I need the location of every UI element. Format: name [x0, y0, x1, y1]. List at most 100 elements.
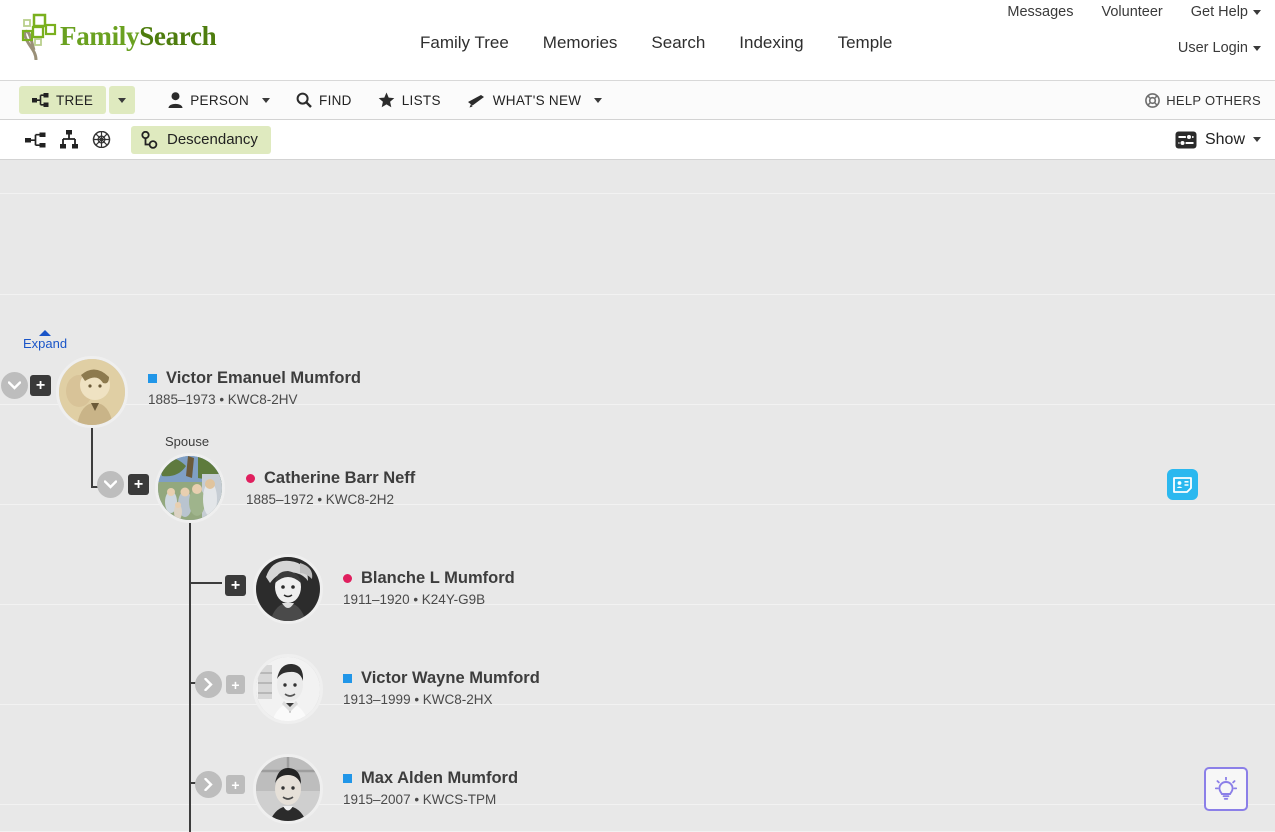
plus-icon: +	[231, 578, 240, 594]
toolbar-tree-label: TREE	[56, 93, 93, 108]
toolbar-person-button[interactable]: PERSON	[155, 87, 283, 114]
star-icon	[378, 92, 395, 108]
person-entry[interactable]: Max Alden Mumford 1915–2007 • KWCS-TPM	[343, 769, 518, 807]
show-options-label: Show	[1205, 131, 1245, 149]
person-name-link[interactable]: Victor Wayne Mumford	[361, 669, 540, 688]
contact-card-badge[interactable]	[1167, 469, 1198, 500]
toolbar-lists-button[interactable]: LISTS	[365, 87, 454, 114]
contact-card-icon	[1173, 477, 1192, 493]
table-row[interactable]	[0, 805, 1275, 832]
fan-chart-view-icon[interactable]	[92, 131, 111, 148]
person-entry[interactable]: Victor Wayne Mumford 1913–1999 • KWC8-2H…	[343, 669, 540, 707]
utility-navigation-top: Messages Volunteer Get Help	[1007, 4, 1261, 20]
nav-user-login[interactable]: User Login	[1178, 40, 1261, 56]
collapse-toggle-catherine-barr-neff[interactable]	[97, 471, 124, 498]
person-name-link[interactable]: Catherine Barr Neff	[264, 469, 415, 488]
nav-user-login-label: User Login	[1178, 40, 1248, 56]
table-row[interactable]	[0, 605, 1275, 705]
person-entry[interactable]: Blanche L Mumford 1911–1920 • K24Y-G9B	[343, 569, 515, 607]
person-lifespan-id: 1915–2007 • KWCS-TPM	[343, 792, 518, 807]
person-name[interactable]: Blanche L Mumford	[343, 569, 515, 588]
tree-icon	[32, 93, 49, 107]
person-name-link[interactable]: Victor Emanuel Mumford	[166, 369, 361, 388]
family-tree-logo-icon	[14, 10, 62, 62]
toolbar-tree-dropdown-button[interactable]	[109, 86, 135, 114]
nav-volunteer-label: Volunteer	[1101, 4, 1162, 20]
research-hint-button[interactable]	[1204, 767, 1248, 811]
search-icon	[296, 92, 312, 108]
toolbar-whats-new-button[interactable]: WHAT'S NEW	[454, 87, 616, 114]
expand-toggle-victor-wayne-mumford[interactable]	[195, 671, 222, 698]
expand-toggle-max-alden-mumford[interactable]	[195, 771, 222, 798]
nav-messages[interactable]: Messages	[1007, 4, 1073, 20]
familysearch-logo[interactable]: FamilySearch	[14, 10, 216, 62]
person-name-link[interactable]: Blanche L Mumford	[361, 569, 515, 588]
add-person-victor-emanuel-mumford[interactable]: +	[30, 375, 51, 396]
chevron-down-icon	[594, 98, 602, 103]
add-person-victor-wayne-mumford[interactable]: +	[226, 675, 245, 694]
portrait-view-icon[interactable]	[60, 130, 78, 149]
lightbulb-icon	[1215, 777, 1237, 801]
person-lifespan-id: 1913–1999 • KWC8-2HX	[343, 692, 540, 707]
table-row[interactable]	[0, 705, 1275, 805]
gender-male-icon	[148, 374, 157, 383]
plus-icon: +	[231, 678, 239, 692]
nav-family-tree[interactable]: Family Tree	[420, 33, 509, 53]
utility-navigation-bottom: User Login	[1178, 40, 1261, 56]
nav-search[interactable]: Search	[651, 33, 705, 53]
gender-female-icon	[343, 574, 352, 583]
person-name[interactable]: Max Alden Mumford	[343, 769, 518, 788]
plus-icon: +	[36, 378, 45, 394]
nav-memories[interactable]: Memories	[543, 33, 618, 53]
avatar[interactable]	[253, 754, 323, 824]
person-name[interactable]: Victor Emanuel Mumford	[148, 369, 361, 388]
chevron-down-icon	[1253, 46, 1261, 51]
logo-word-search: Search	[139, 21, 216, 51]
avatar[interactable]	[253, 654, 323, 724]
nav-volunteer[interactable]: Volunteer	[1101, 4, 1162, 20]
tab-descendancy[interactable]: Descendancy	[131, 126, 271, 154]
avatar[interactable]	[253, 554, 323, 624]
logo-word-family: Family	[60, 21, 139, 51]
person-lifespan-id: 1885–1972 • KWC8-2H2	[246, 492, 415, 507]
add-person-blanche-l-mumford[interactable]: +	[225, 575, 246, 596]
toolbar-tree-button[interactable]: TREE	[19, 86, 106, 114]
person-name[interactable]: Catherine Barr Neff	[246, 469, 415, 488]
person-name[interactable]: Victor Wayne Mumford	[343, 669, 540, 688]
descendancy-tree-canvas[interactable]: Expand + Victor Emanuel Mumford 1	[0, 160, 1275, 832]
table-row[interactable]	[0, 194, 1275, 295]
chevron-down-icon	[262, 98, 270, 103]
chevron-right-icon	[204, 778, 213, 791]
nav-get-help[interactable]: Get Help	[1191, 4, 1261, 20]
collapse-toggle-victor-emanuel-mumford[interactable]	[1, 372, 28, 399]
nav-indexing[interactable]: Indexing	[739, 33, 803, 53]
avatar[interactable]	[56, 356, 128, 428]
toolbar-lists-label: LISTS	[402, 93, 441, 108]
toolbar-whats-new-label: WHAT'S NEW	[493, 93, 582, 108]
expand-control[interactable]: Expand	[23, 330, 67, 351]
avatar[interactable]	[155, 453, 225, 523]
help-others-button[interactable]: HELP OTHERS	[1145, 93, 1261, 108]
tree-row-spacer	[0, 160, 1275, 194]
person-entry[interactable]: Victor Emanuel Mumford 1885–1973 • KWC8-…	[148, 369, 361, 407]
landscape-view-icon[interactable]	[25, 132, 46, 148]
logo-wordmark: FamilySearch	[60, 21, 216, 52]
nav-get-help-label: Get Help	[1191, 4, 1248, 20]
nav-temple[interactable]: Temple	[838, 33, 893, 53]
spouse-label: Spouse	[165, 434, 209, 449]
show-options-button[interactable]: Show	[1175, 131, 1261, 149]
toolbar-find-button[interactable]: FIND	[283, 87, 365, 114]
megaphone-icon	[467, 93, 486, 108]
add-person-max-alden-mumford[interactable]: +	[226, 775, 245, 794]
chevron-down-icon	[8, 381, 21, 390]
person-entry[interactable]: Catherine Barr Neff 1885–1972 • KWC8-2H2	[246, 469, 415, 507]
add-person-catherine-barr-neff[interactable]: +	[128, 474, 149, 495]
view-toolbar: Descendancy Show	[0, 120, 1275, 160]
help-others-label: HELP OTHERS	[1166, 93, 1261, 108]
plus-icon: +	[231, 778, 239, 792]
person-icon	[168, 92, 183, 108]
chevron-down-icon	[104, 480, 117, 489]
chevron-down-icon	[1253, 137, 1261, 142]
primary-navigation: Family Tree Memories Search Indexing Tem…	[420, 33, 892, 53]
person-name-link[interactable]: Max Alden Mumford	[361, 769, 518, 788]
